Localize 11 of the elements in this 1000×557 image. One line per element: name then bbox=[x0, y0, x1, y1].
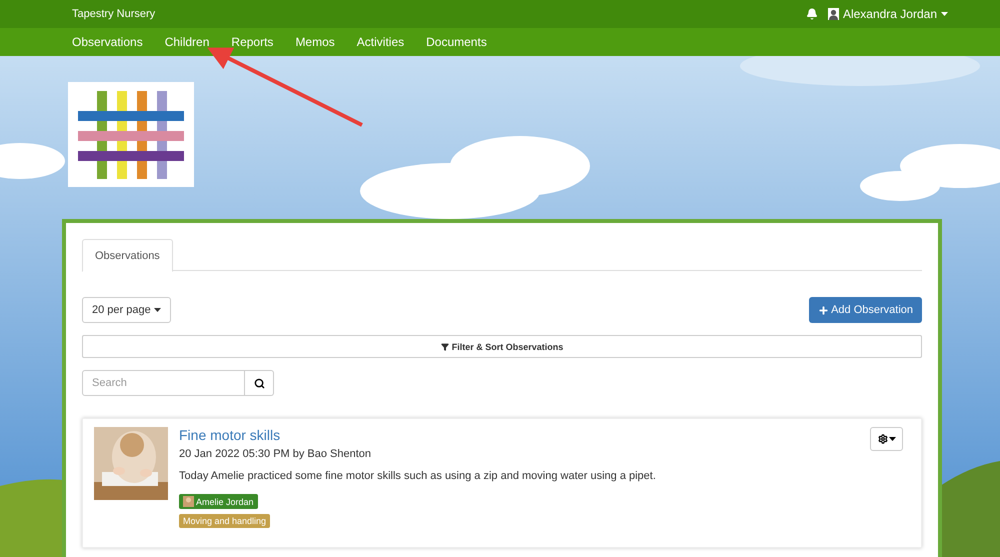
nav-link[interactable]: Activities bbox=[356, 35, 404, 49]
nav-link[interactable]: Reports bbox=[231, 35, 274, 49]
nav-link[interactable]: Children bbox=[164, 35, 210, 49]
bell-icon[interactable] bbox=[806, 8, 818, 20]
caret-icon bbox=[941, 12, 948, 16]
nav-link[interactable]: Observations bbox=[72, 35, 143, 49]
user-icon bbox=[828, 8, 839, 20]
nav-link[interactable]: Memos bbox=[295, 35, 335, 49]
site-name: Tapestry Nursery bbox=[72, 8, 156, 20]
user-menu[interactable]: Alexandra Jordan bbox=[828, 7, 948, 21]
nav-link[interactable]: Documents bbox=[426, 35, 487, 49]
